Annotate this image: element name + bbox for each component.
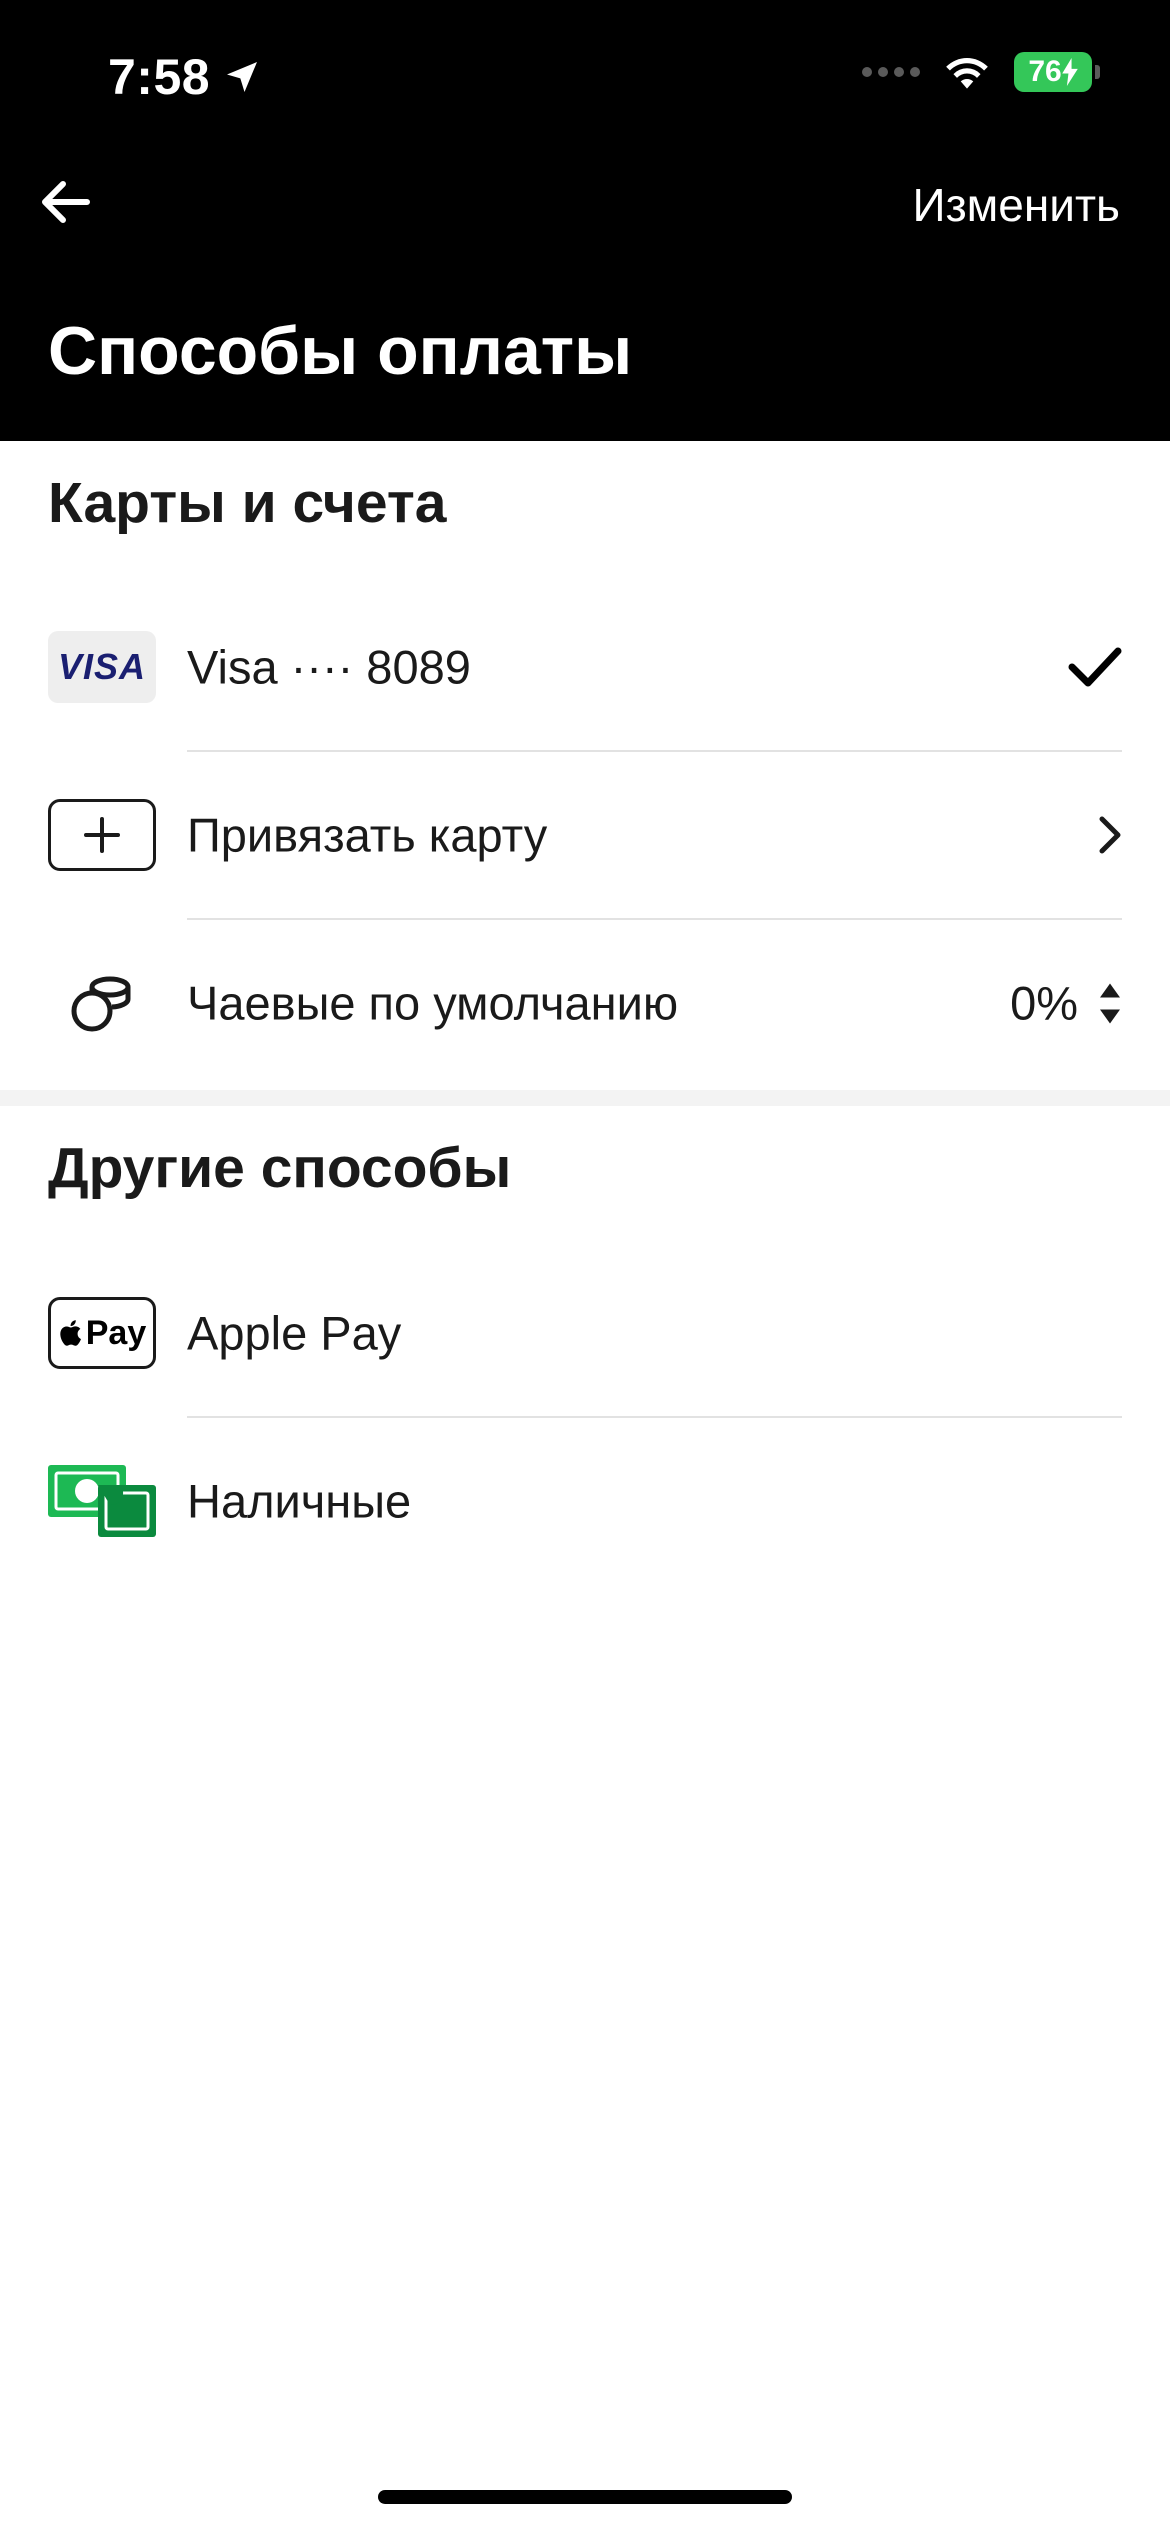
- add-card-trail: [1098, 815, 1122, 855]
- back-button[interactable]: [30, 172, 100, 232]
- tip-icon-box: [48, 967, 156, 1039]
- chevron-right-icon: [1099, 816, 1121, 854]
- add-card-icon-box: [48, 799, 156, 871]
- cash-row[interactable]: Наличные: [0, 1418, 1170, 1584]
- status-time-text: 7:58: [108, 49, 211, 105]
- top-header: 7:58 76 Изменить Способы оплаты: [0, 0, 1170, 441]
- visa-logo-icon: VISA: [48, 631, 156, 703]
- battery-cap: [1095, 65, 1100, 79]
- home-indicator[interactable]: [378, 2490, 792, 2504]
- visa-card-row[interactable]: VISA Visa ···· 8089: [0, 584, 1170, 750]
- visa-card-trail: [1068, 645, 1122, 689]
- cellular-signal-icon: [862, 67, 920, 77]
- apple-pay-label: Apple Pay: [187, 1306, 402, 1360]
- cash-icon-box: [48, 1465, 156, 1537]
- edit-button[interactable]: Изменить: [913, 178, 1121, 232]
- sort-arrows-icon: [1100, 983, 1120, 1023]
- apple-logo-icon: [60, 1320, 81, 1346]
- visa-logo-text: VISA: [57, 646, 147, 687]
- battery-level: 76: [1028, 55, 1062, 88]
- charging-bolt-icon: [1061, 58, 1078, 86]
- checkmark-icon: [1068, 647, 1122, 687]
- section-separator: [0, 1090, 1170, 1106]
- page-title: Способы оплаты: [48, 313, 633, 389]
- coins-icon: [71, 976, 131, 1032]
- cards-section-title: Карты и счета: [48, 471, 447, 535]
- status-time: 7:58: [108, 48, 262, 106]
- apple-pay-row[interactable]: Pay Apple Pay: [0, 1250, 1170, 1416]
- tip-value: 0%: [1010, 976, 1078, 1030]
- location-arrow-icon: [227, 62, 258, 92]
- cash-icon: [48, 1465, 156, 1537]
- apple-pay-logo-text: Pay: [85, 1313, 147, 1352]
- visa-card-label: Visa ···· 8089: [187, 640, 471, 694]
- plus-icon: [84, 817, 120, 853]
- other-section-title: Другие способы: [48, 1136, 512, 1200]
- battery-indicator: 76: [1014, 52, 1100, 92]
- apple-pay-logo: Pay: [48, 1297, 156, 1369]
- add-card-label: Привязать карту: [187, 808, 548, 862]
- tip-trail: 0%: [1010, 976, 1122, 1031]
- back-arrow-icon: [42, 181, 90, 223]
- add-card-row[interactable]: Привязать карту: [0, 752, 1170, 918]
- default-tip-label: Чаевые по умолчанию: [187, 976, 679, 1030]
- default-tip-row[interactable]: Чаевые по умолчанию 0%: [0, 920, 1170, 1086]
- status-indicators: 76: [862, 52, 1100, 92]
- wifi-icon: [946, 58, 988, 89]
- cash-label: Наличные: [187, 1474, 412, 1528]
